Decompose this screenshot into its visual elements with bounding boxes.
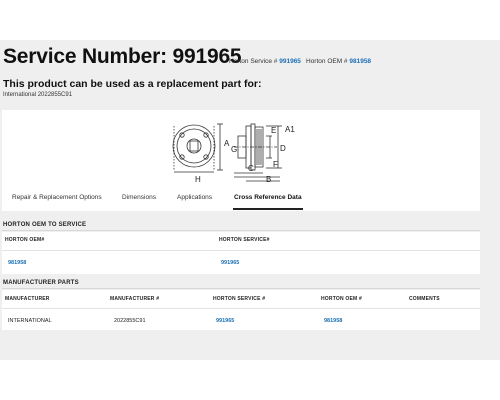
column-header: COMMENTS [409, 296, 440, 302]
active-tab-indicator [233, 208, 303, 210]
page-title: Service Number: 991965 [3, 45, 242, 68]
replacement-heading: This product can be used as a replacemen… [3, 78, 262, 90]
section-divider [2, 230, 480, 231]
column-header: MANUFACTURER [5, 296, 50, 302]
manufacturer-number-cell: 2022855C91 [114, 318, 146, 324]
section-divider [2, 288, 480, 289]
horton-service-cell-link[interactable]: 991965 [216, 318, 234, 324]
tab-dimensions[interactable]: Dimensions [122, 194, 156, 201]
manufacturer-cell: INTERNATIONAL [8, 318, 52, 324]
horton-oem-ref: Horton OEM # 981958 [306, 58, 371, 65]
column-header: HORTON OEM # [321, 296, 362, 302]
replacement-part: International 2022855C91 [3, 92, 73, 98]
manufacturer-parts-heading: MANUFACTURER PARTS [3, 280, 79, 286]
table-header: MANUFACTURER MANUFACTURER # HORTON SERVI… [2, 290, 480, 309]
oem-to-service-heading: HORTON OEM TO SERVICE [3, 222, 87, 228]
horton-oem-link[interactable]: 981958 [349, 58, 371, 65]
horton-service-link[interactable]: 991965 [279, 58, 301, 65]
dim-label-a: A [224, 139, 230, 148]
manufacturer-parts-table: MANUFACTURER MANUFACTURER # HORTON SERVI… [2, 290, 480, 330]
dim-label-b: B [266, 175, 271, 184]
column-header: MANUFACTURER # [110, 296, 160, 302]
product-card: G A H C B E A1 D F Repair & Replacement … [2, 110, 480, 211]
bottom-margin [0, 360, 500, 400]
dim-label-a1: A1 [285, 125, 295, 134]
horton-oem-cell-link[interactable]: 981958 [8, 260, 26, 266]
tab-repair-replacement[interactable]: Repair & Replacement Options [12, 194, 102, 201]
tab-cross-reference[interactable]: Cross Reference Data [234, 194, 302, 201]
oem-to-service-table: HORTON OEM# HORTON SERVICE# 981958 99196… [2, 232, 480, 274]
table-header: HORTON OEM# HORTON SERVICE# [2, 232, 480, 251]
horton-service-cell-link[interactable]: 991965 [221, 260, 239, 266]
top-margin [0, 0, 500, 40]
dim-label-e: E [271, 126, 276, 135]
horton-service-label: Horton Service # [229, 58, 278, 65]
fan-clutch-diagram: G A H C B E A1 D F [172, 123, 295, 184]
product-page: Service Number: 991965 Horton Service # … [0, 40, 500, 360]
horton-service-ref: Horton Service # 991965 [229, 58, 301, 65]
dim-label-g: G [231, 145, 237, 154]
dim-label-h: H [195, 175, 201, 184]
dim-label-d: D [280, 144, 286, 153]
horton-oem-cell-link[interactable]: 981958 [324, 318, 342, 324]
dim-label-c: C [248, 164, 254, 173]
tab-bar: Repair & Replacement Options Dimensions … [2, 188, 480, 211]
tab-applications[interactable]: Applications [177, 194, 212, 201]
dim-label-f: F [273, 160, 278, 169]
column-header: HORTON SERVICE # [213, 296, 266, 302]
horton-oem-label: Horton OEM # [306, 58, 348, 65]
column-header: HORTON SERVICE# [219, 237, 270, 243]
column-header: HORTON OEM# [5, 237, 45, 243]
